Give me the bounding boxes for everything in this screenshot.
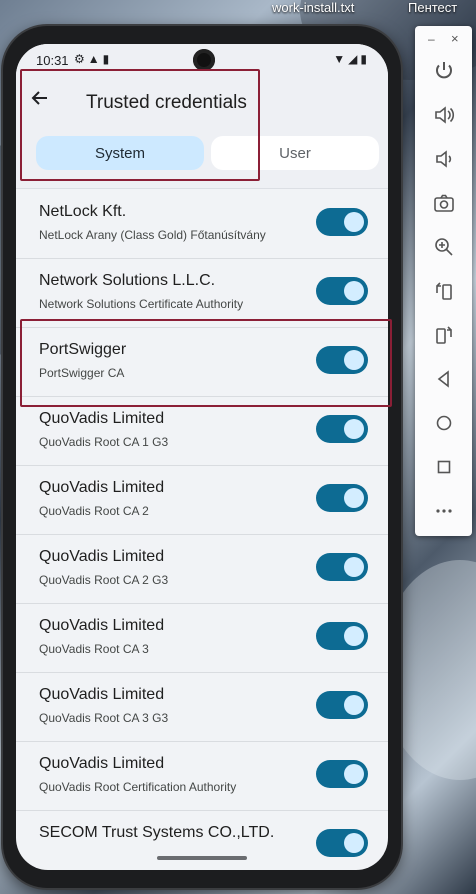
status-right-icons: ▼◢▮: [333, 52, 370, 66]
settings-icon: ⚙: [74, 52, 88, 66]
back-icon[interactable]: [415, 360, 472, 398]
credential-title: NetLock Kft.: [39, 203, 127, 220]
credential-title: SECOM Trust Systems CO.,LTD.: [39, 824, 275, 841]
credential-title: QuoVadis Limited: [39, 755, 165, 772]
more-icon[interactable]: [415, 492, 472, 530]
desktop-file-label[interactable]: work-install.txt: [272, 0, 354, 15]
credential-subtitle: QuoVadis Root CA 2: [39, 504, 149, 518]
credential-title: QuoVadis Limited: [39, 686, 165, 703]
enable-toggle[interactable]: [316, 277, 368, 305]
enable-toggle[interactable]: [316, 622, 368, 650]
minimize-icon[interactable]: –: [428, 32, 435, 46]
rotate-left-icon[interactable]: [415, 272, 472, 310]
credential-subtitle: QuoVadis Root CA 2 G3: [39, 573, 169, 587]
panel-window-controls: – ×: [415, 31, 472, 46]
credential-subtitle: NetLock Arany (Class Gold) Főtanúsítvány: [39, 228, 266, 242]
list-item[interactable]: QuoVadis Limited QuoVadis Root CA 2 G3: [16, 534, 388, 604]
sim-icon: ▮: [102, 52, 113, 66]
close-icon[interactable]: ×: [451, 31, 459, 46]
list-item[interactable]: NetLock Kft. NetLock Arany (Class Gold) …: [16, 189, 388, 259]
credential-title: QuoVadis Limited: [39, 548, 165, 565]
credential-title: Network Solutions L.L.C.: [39, 272, 216, 289]
warning-icon: ▲: [87, 52, 103, 66]
power-icon[interactable]: [415, 52, 472, 90]
enable-toggle[interactable]: [316, 760, 368, 788]
wifi-icon: ▼: [333, 52, 349, 66]
enable-toggle[interactable]: [316, 415, 368, 443]
gesture-nav-handle[interactable]: [157, 856, 247, 860]
volume-down-icon[interactable]: [415, 140, 472, 178]
zoom-icon[interactable]: [415, 228, 472, 266]
overview-icon[interactable]: [415, 448, 472, 486]
volume-up-icon[interactable]: [415, 96, 472, 134]
battery-icon: ▮: [360, 52, 370, 66]
status-time: 10:31: [36, 53, 69, 68]
credential-title: QuoVadis Limited: [39, 410, 165, 427]
credential-subtitle: QuoVadis Root CA 1 G3: [39, 435, 169, 449]
enable-toggle[interactable]: [316, 691, 368, 719]
desktop-right-label[interactable]: Пентест: [408, 0, 457, 15]
list-item[interactable]: SECOM Trust Systems CO.,LTD.: [16, 810, 388, 870]
list-item[interactable]: QuoVadis Limited QuoVadis Root CA 2: [16, 465, 388, 535]
enable-toggle[interactable]: [316, 208, 368, 236]
front-camera: [193, 49, 215, 71]
list-item[interactable]: QuoVadis Limited QuoVadis Root CA 3: [16, 603, 388, 673]
highlight-box-header: [20, 69, 260, 181]
camera-icon[interactable]: [415, 184, 472, 222]
enable-toggle[interactable]: [316, 553, 368, 581]
status-left-icons: ⚙▲▮: [74, 52, 112, 66]
credential-subtitle: Network Solutions Certificate Authority: [39, 297, 244, 311]
credential-subtitle: QuoVadis Root Certification Authority: [39, 780, 237, 794]
enable-toggle[interactable]: [316, 484, 368, 512]
highlight-box-portswigger: [20, 319, 392, 407]
list-item[interactable]: QuoVadis Limited QuoVadis Root CA 3 G3: [16, 672, 388, 742]
credential-title: QuoVadis Limited: [39, 617, 165, 634]
credential-subtitle: QuoVadis Root CA 3 G3: [39, 711, 169, 725]
home-icon[interactable]: [415, 404, 472, 442]
credential-title: QuoVadis Limited: [39, 479, 165, 496]
rotate-right-icon[interactable]: [415, 316, 472, 354]
list-item[interactable]: Network Solutions L.L.C. Network Solutio…: [16, 258, 388, 328]
list-item[interactable]: QuoVadis Limited QuoVadis Root Certifica…: [16, 741, 388, 811]
cellular-icon: ◢: [348, 52, 361, 66]
enable-toggle[interactable]: [316, 829, 368, 857]
emulator-side-panel: – ×: [415, 26, 472, 536]
credential-subtitle: QuoVadis Root CA 3: [39, 642, 149, 656]
